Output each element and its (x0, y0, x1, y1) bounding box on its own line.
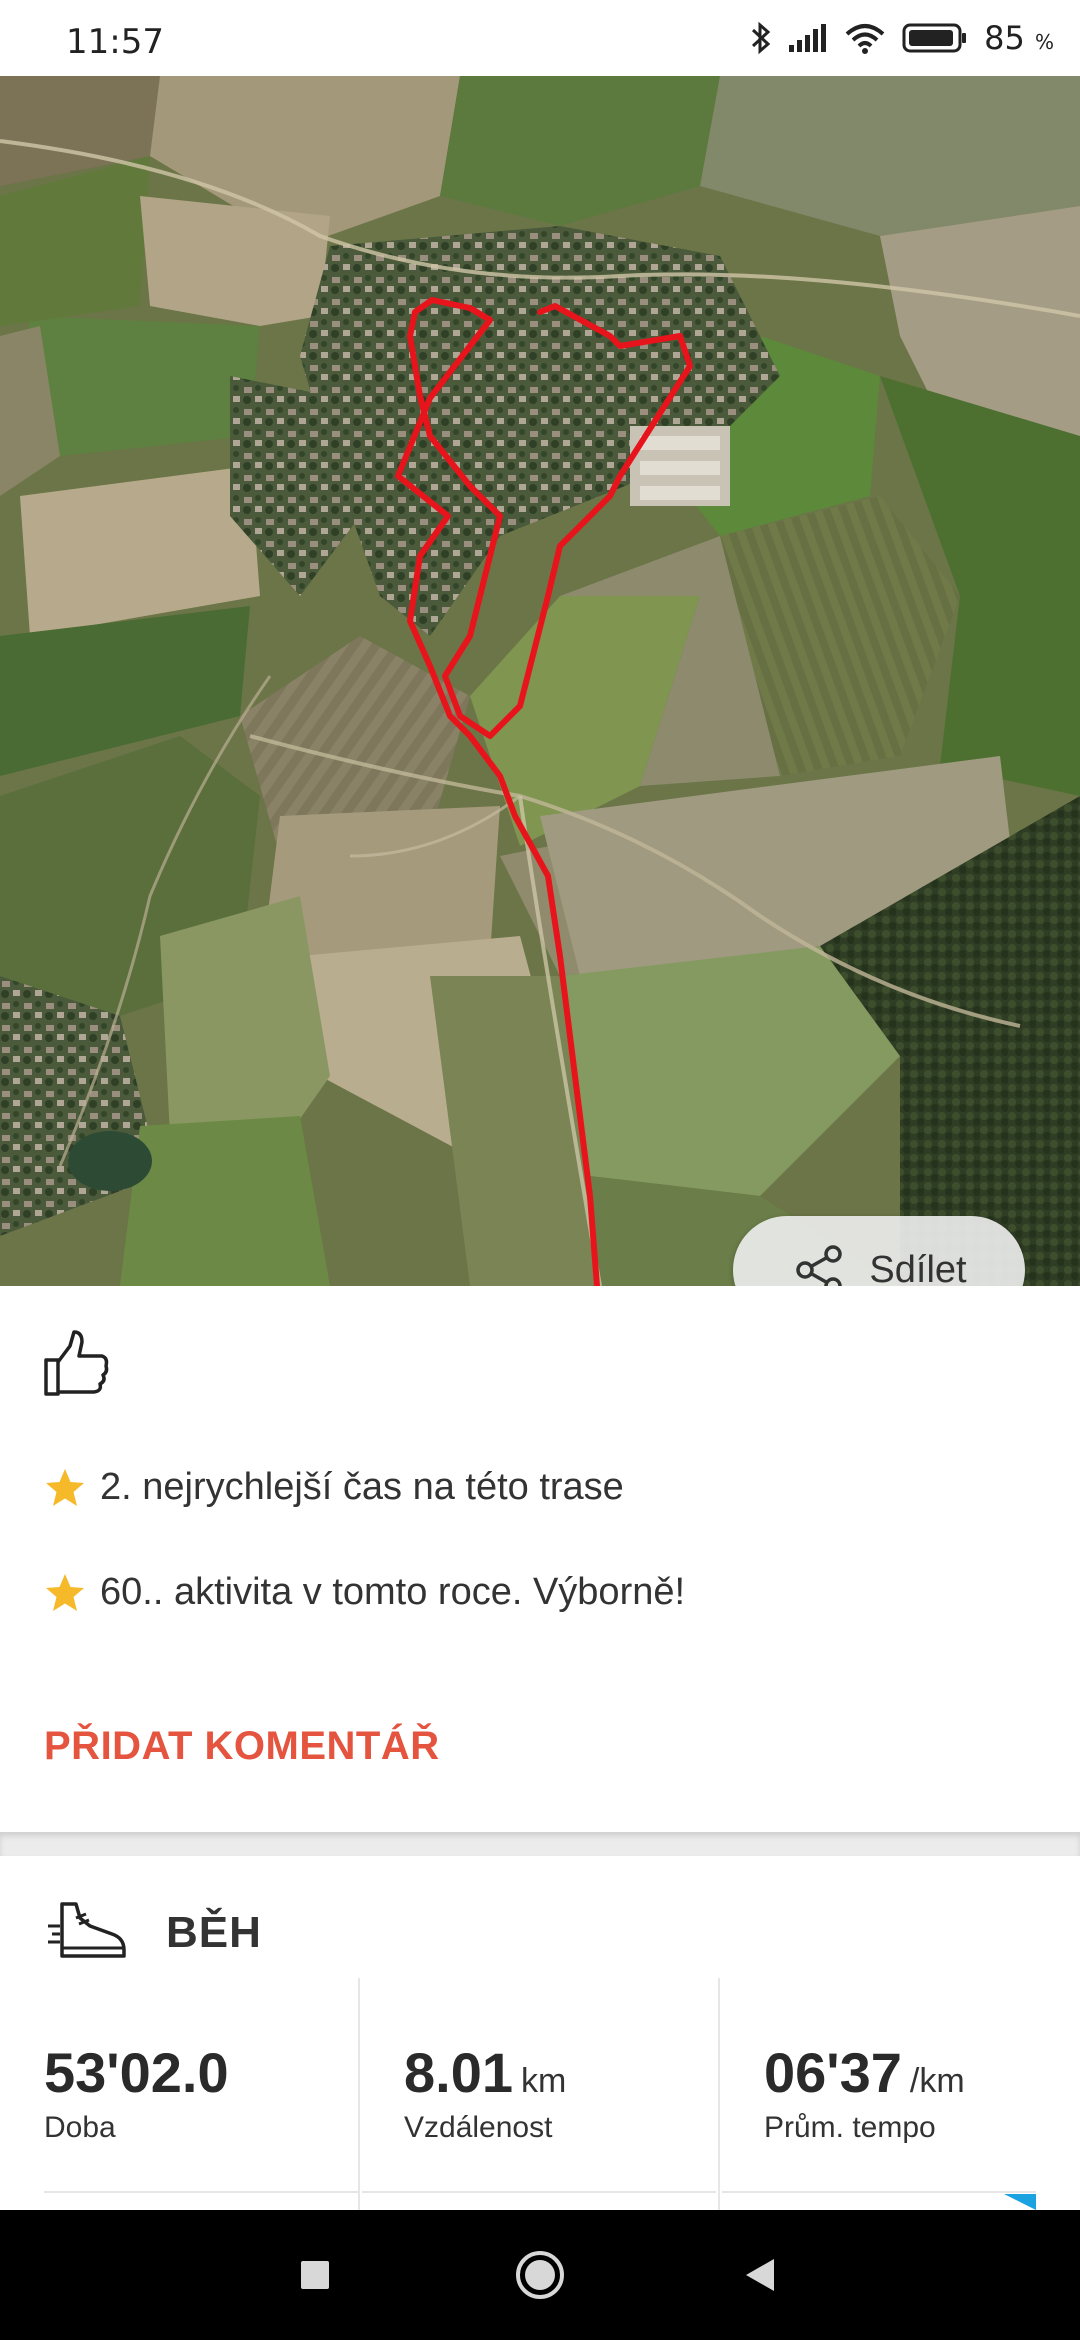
stat-unit: /km (909, 2062, 965, 2100)
stat-value: 8.01 (404, 2041, 513, 2104)
system-navigation-bar (0, 2210, 1080, 2340)
bluetooth-icon (752, 21, 771, 55)
share-button-label: Sdílet (869, 1248, 967, 1287)
stat-label: Prům. tempo (764, 2111, 936, 2144)
stat-duration[interactable]: 53'02.0 Doba (44, 2040, 237, 2145)
corner-marker-icon (1004, 2194, 1036, 2210)
stat-label: Vzdálenost (404, 2111, 553, 2144)
section-divider (0, 1832, 1080, 1856)
share-button[interactable]: Sdílet (733, 1216, 1025, 1286)
row-divider (722, 2191, 1036, 2193)
thumbs-up-icon[interactable] (40, 1328, 112, 1400)
battery-icon (902, 23, 967, 53)
share-icon (796, 1245, 843, 1286)
status-time: 11:57 (66, 22, 164, 62)
stat-divider (358, 1978, 360, 2210)
wifi-icon (845, 24, 885, 54)
add-comment-button[interactable]: PŘIDAT KOMENTÁŘ (44, 1724, 440, 1769)
stat-avg-pace[interactable]: 06'37/km Prům. tempo (764, 2040, 965, 2145)
sport-type-label: BĚH (166, 1908, 262, 1957)
stat-divider (718, 1978, 720, 2210)
home-button[interactable] (510, 2245, 570, 2305)
star-icon (46, 1468, 84, 1506)
activity-stats: BĚH 53'02.0 Doba 8.01 km Vzdálenost 06'37… (0, 1856, 1080, 2210)
achievement-item: 2. nejrychlejší čas na této trase (44, 1466, 624, 1509)
route-map[interactable]: Sdílet (0, 76, 1080, 1286)
stat-value: 53'02.0 (44, 2041, 229, 2104)
status-bar: 11:57 85 % (0, 0, 1080, 76)
achievement-text: 60.. aktivita v tomto roce. Výborně! (100, 1571, 686, 1613)
recent-apps-button[interactable] (285, 2245, 345, 2305)
row-divider (44, 2191, 358, 2193)
achievement-item: 60.. aktivita v tomto roce. Výborně! (44, 1571, 685, 1614)
achievement-text: 2. nejrychlejší čas na této trase (100, 1466, 624, 1508)
stat-unit: km (521, 2062, 567, 2100)
stat-label: Doba (44, 2111, 116, 2144)
stat-distance[interactable]: 8.01 km Vzdálenost (404, 2040, 566, 2145)
battery-percentage: 85 % (984, 19, 1054, 57)
status-icons: 85 % (750, 18, 1054, 58)
running-shoe-icon (48, 1902, 126, 1958)
stat-value: 06'37 (764, 2041, 902, 2104)
social-section: 2. nejrychlejší čas na této trase 60.. a… (0, 1286, 1080, 1832)
back-button[interactable] (730, 2245, 790, 2305)
row-divider (362, 2191, 716, 2193)
star-icon (46, 1573, 84, 1611)
signal-icon (789, 24, 827, 52)
satellite-map (0, 76, 1080, 1286)
